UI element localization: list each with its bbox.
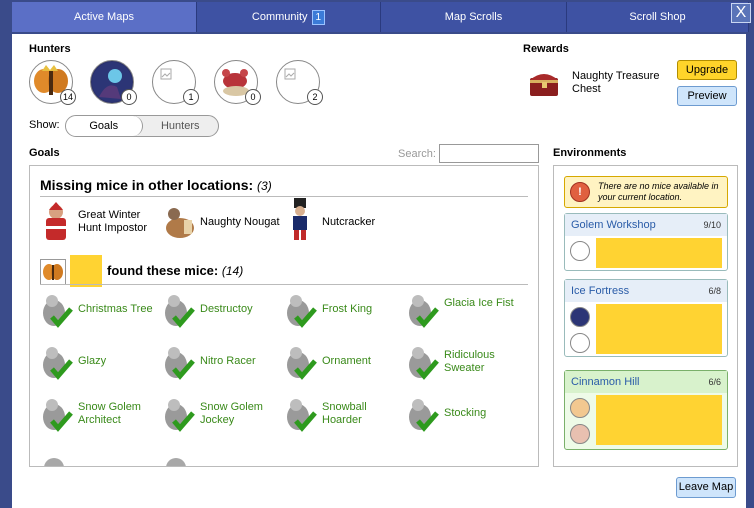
hunter-placeholder-icon <box>570 241 590 261</box>
found-mouse-name[interactable]: Snowball Hoarder <box>322 401 400 427</box>
hunter-avatar[interactable]: 2 <box>276 60 323 105</box>
found-mouse-name[interactable]: Glazy <box>78 355 156 368</box>
hunter-count: 0 <box>121 89 137 105</box>
found-mouse-icon <box>282 343 318 383</box>
leave-map-button[interactable]: Leave Map <box>676 477 736 498</box>
hunter-count: 14 <box>60 89 76 105</box>
hunter-avatar[interactable]: 0 <box>90 60 137 105</box>
found-mouse-name[interactable]: Glacia Ice Fist <box>444 297 522 310</box>
found-mouse-name[interactable]: Ornament <box>322 355 400 368</box>
found-mouse-icon <box>282 395 318 435</box>
close-button[interactable]: X <box>731 3 751 23</box>
search-input[interactable] <box>439 144 539 163</box>
search-label: Search: <box>398 148 436 160</box>
found-mouse-icon <box>38 343 74 383</box>
found-mouse-name[interactable]: Frost King <box>322 303 400 316</box>
hunter-name-redacted <box>70 255 102 287</box>
tab-active-maps[interactable]: Active Maps <box>12 2 197 32</box>
found-mouse-icon <box>404 291 440 331</box>
found-mouse-name[interactable]: Christmas Tree <box>78 303 156 316</box>
toggle-hunters[interactable]: Hunters <box>143 116 219 136</box>
found-mouse-icon <box>404 395 440 435</box>
hunter-name-redacted <box>596 238 722 268</box>
rewards-title: Rewards <box>523 43 569 55</box>
hunter-mage-icon <box>570 307 590 327</box>
found-mouse-icon <box>160 343 196 383</box>
preview-button[interactable]: Preview <box>677 86 737 106</box>
location-notice: ! There are no mice available in your cu… <box>564 176 728 208</box>
toggle-goals[interactable]: Goals <box>66 116 143 136</box>
hunter-count: 0 <box>245 89 261 105</box>
env-cinnamon-hill[interactable]: Cinnamon Hill 6/6 <box>564 370 728 450</box>
missing-mouse-name[interactable]: Naughty Nougat <box>200 216 280 229</box>
mouse-santa-icon <box>38 202 74 242</box>
warning-icon: ! <box>570 182 590 202</box>
found-mouse-name[interactable]: Stocking <box>444 407 522 420</box>
found-mouse-icon <box>404 343 440 383</box>
hunters-title: Hunters <box>29 43 71 55</box>
env-ice-fortress[interactable]: Ice Fortress 6/8 <box>564 279 728 357</box>
tab-bar: Active Maps Community 1 Map Scrolls Scrol… <box>12 2 754 34</box>
community-badge: 1 <box>311 9 326 25</box>
hunter-crab-icon <box>570 424 590 444</box>
missing-heading: Missing mice in other locations: (3) <box>40 177 272 193</box>
hunter-moth-icon <box>570 398 590 418</box>
found-mouse-icon <box>282 291 318 331</box>
environments-list: ! There are no mice available in your cu… <box>553 165 738 467</box>
reward-name: Naughty Treasure Chest <box>572 70 660 95</box>
mouse-nutcracker-icon <box>282 198 318 240</box>
upgrade-button[interactable]: Upgrade <box>677 60 737 80</box>
found-mouse-name[interactable]: Nitro Racer <box>200 355 278 368</box>
hunter-avatar[interactable]: 1 <box>152 60 199 105</box>
hunter-placeholder-icon <box>570 333 590 353</box>
hunter-name-redacted <box>596 395 722 445</box>
goals-title: Goals <box>29 147 60 159</box>
goals-list: Missing mice in other locations: (3) Gre… <box>29 165 539 467</box>
show-label: Show: <box>29 119 60 131</box>
found-mouse-icon <box>160 395 196 435</box>
tab-map-scrolls[interactable]: Map Scrolls <box>381 2 567 32</box>
found-mouse-icon <box>160 454 196 466</box>
tab-community[interactable]: Community 1 <box>197 2 381 32</box>
tab-scroll-shop[interactable]: Scroll Shop <box>567 2 749 32</box>
missing-mouse-name[interactable]: Nutcracker <box>322 216 375 229</box>
found-mouse-icon <box>38 395 74 435</box>
map-dialog: Active Maps Community 1 Map Scrolls Scrol… <box>0 0 754 508</box>
hunter-count: 2 <box>307 89 323 105</box>
missing-mouse-name[interactable]: Great Winter Hunt Impostor <box>78 209 158 235</box>
found-heading: found these mice: (14) <box>107 263 244 278</box>
treasure-chest-icon <box>528 68 560 98</box>
found-mouse-name[interactable]: Destructoy <box>200 303 278 316</box>
found-mouse-name[interactable]: Ridiculous Sweater <box>444 349 522 375</box>
hunter-moth-icon <box>40 259 66 285</box>
hunter-name-redacted <box>596 304 722 354</box>
show-toggle: Goals Hunters <box>65 115 219 137</box>
environments-title: Environments <box>553 147 627 159</box>
hunter-avatar[interactable]: 0 <box>214 60 261 105</box>
found-mouse-icon <box>38 291 74 331</box>
found-mouse-icon <box>160 291 196 331</box>
mouse-nougat-icon <box>160 202 196 242</box>
found-mouse-icon <box>38 454 74 466</box>
hunter-count: 1 <box>183 89 199 105</box>
found-mouse-name[interactable]: Snow Golem Jockey <box>200 401 278 427</box>
hunter-avatar[interactable]: 14 <box>29 60 76 105</box>
found-mouse-name[interactable]: Snow Golem Architect <box>78 401 156 427</box>
env-golem-workshop[interactable]: Golem Workshop 9/10 <box>564 213 728 271</box>
